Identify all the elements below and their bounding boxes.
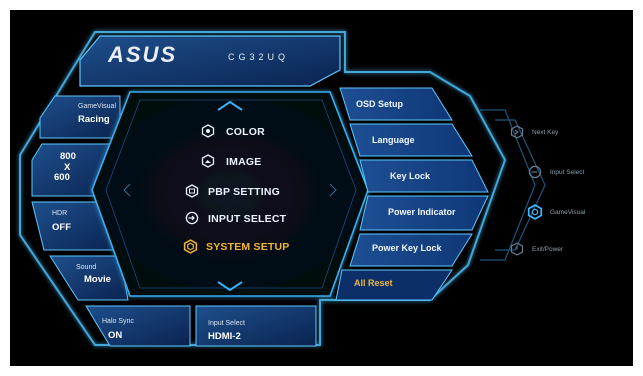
input-icon — [185, 211, 199, 230]
osd-frame-graphics — [19, 31, 546, 347]
gamevisual-icon[interactable] — [527, 204, 543, 225]
next-key-label: Next Key — [532, 129, 559, 136]
asus-logo: ASUS — [108, 42, 178, 67]
color-icon — [201, 124, 215, 143]
halo-sync-value: ON — [108, 330, 123, 341]
halo-sync-title: Halo Sync — [102, 318, 134, 325]
resolution-height: 600 — [54, 172, 70, 183]
sound-value: Movie — [84, 274, 111, 285]
exit-power-icon[interactable] — [510, 242, 524, 261]
input-select-icon[interactable] — [528, 165, 542, 184]
pbp-icon — [185, 184, 199, 203]
menu-item-pbp-setting[interactable]: PBP SETTING — [208, 186, 280, 198]
submenu-language[interactable]: Language — [372, 135, 415, 145]
resolution-width: 800 — [60, 151, 76, 162]
exit-power-label: Exit/Power — [532, 246, 564, 253]
hdr-title: HDR — [52, 210, 68, 217]
gamevisual-value: Racing — [78, 114, 110, 125]
sound-title: Sound — [76, 264, 97, 271]
gamevisual-nav-label: GameVisual — [550, 209, 586, 216]
system-setup-icon — [183, 239, 198, 259]
model-name: CG32UQ — [228, 52, 290, 62]
input-select-nav-label: Input Select — [550, 169, 585, 176]
menu-item-input-select[interactable]: INPUT SELECT — [208, 213, 286, 225]
submenu-all-reset[interactable]: All Reset — [354, 278, 393, 288]
menu-item-color[interactable]: COLOR — [226, 126, 265, 138]
submenu-key-lock[interactable]: Key Lock — [390, 171, 430, 181]
submenu-power-indicator[interactable]: Power Indicator — [388, 207, 456, 217]
image-icon — [201, 154, 215, 173]
hdr-value: OFF — [52, 222, 71, 233]
menu-item-system-setup[interactable]: SYSTEM SETUP — [206, 241, 290, 253]
menu-item-image[interactable]: IMAGE — [226, 156, 261, 168]
osd-screen: ASUS CG32UQ GameVisual Racing 800 X 600 … — [0, 0, 643, 376]
gamevisual-title: GameVisual — [78, 103, 117, 110]
next-key-icon[interactable] — [510, 125, 524, 144]
input-select-title: Input Select — [208, 320, 245, 327]
input-select-value: HDMI-2 — [208, 331, 241, 342]
submenu-power-key-lock[interactable]: Power Key Lock — [372, 243, 442, 253]
submenu-osd-setup[interactable]: OSD Setup — [356, 99, 403, 109]
